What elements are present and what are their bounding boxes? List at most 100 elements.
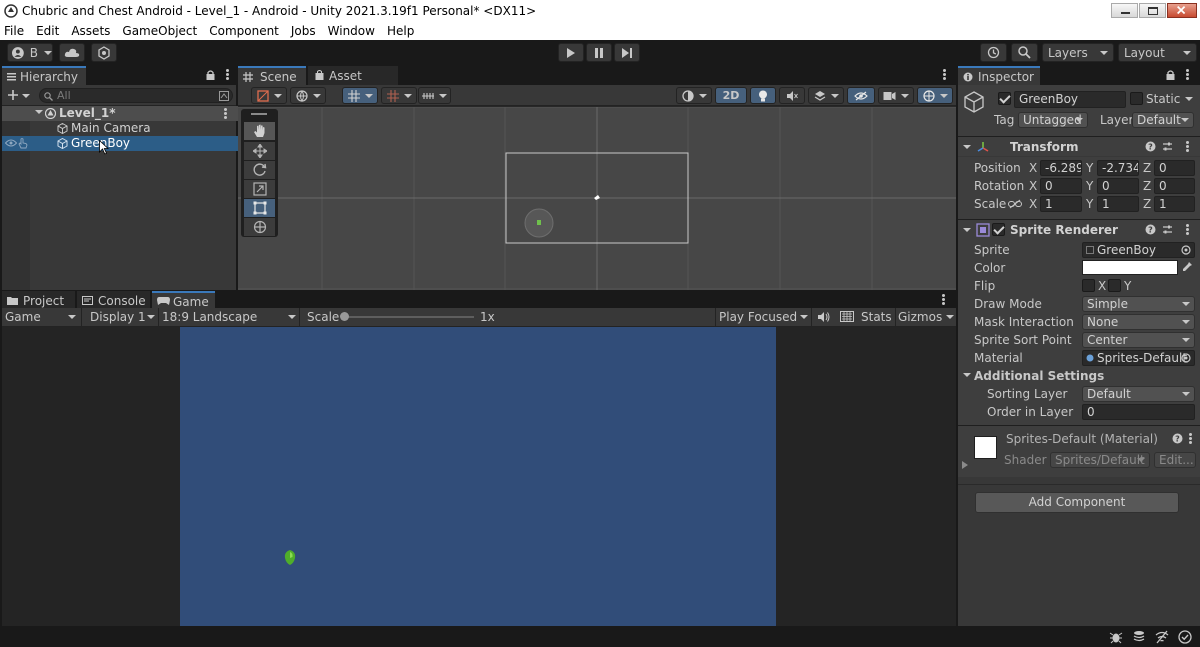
list-item[interactable]: Main Camera: [2, 121, 238, 136]
grid-visibility-dropdown[interactable]: [418, 87, 451, 104]
global-toggle[interactable]: [290, 87, 326, 104]
order-in-layer-field[interactable]: 0: [1082, 404, 1195, 420]
camera-dropdown[interactable]: [878, 87, 914, 104]
hand-tool-button[interactable]: [244, 122, 275, 140]
play-mode-dropdown[interactable]: Play Focused: [715, 308, 812, 326]
minimize-button[interactable]: [1111, 3, 1138, 18]
display-dropdown[interactable]: Display 1: [84, 308, 159, 326]
sorting-layer-dropdown[interactable]: Default: [1082, 386, 1195, 402]
shader-edit-button[interactable]: Edit...: [1154, 452, 1196, 468]
expand-arrow-icon[interactable]: [963, 373, 971, 377]
expand-arrow-right-icon[interactable]: [962, 461, 968, 469]
scale-tool-button[interactable]: [244, 180, 275, 198]
gizmos-dropdown[interactable]: [917, 87, 953, 104]
material-field[interactable]: Sprites-Default: [1082, 350, 1195, 366]
chevron-down-icon[interactable]: [1185, 97, 1193, 101]
more-options-icon[interactable]: [942, 294, 945, 306]
chevron-down-icon[interactable]: [22, 94, 30, 98]
draw-mode-dropdown[interactable]: [251, 87, 287, 104]
flip-x-checkbox[interactable]: [1082, 279, 1095, 292]
position-x-field[interactable]: -6.2896: [1040, 160, 1082, 176]
layer-dropdown[interactable]: Default: [1132, 112, 1194, 128]
scale-y-field[interactable]: 1: [1097, 196, 1139, 212]
rect-tool-button[interactable]: [244, 199, 275, 217]
layers-dropdown[interactable]: Layers: [1042, 43, 1114, 62]
help-icon[interactable]: ?: [1172, 433, 1183, 444]
help-icon[interactable]: ?: [1145, 224, 1156, 235]
network-off-icon[interactable]: [1155, 630, 1169, 644]
scale-x-field[interactable]: 1: [1040, 196, 1082, 212]
draw-mode-dropdown[interactable]: Simple: [1082, 296, 1195, 312]
sprite-renderer-header[interactable]: Sprite Renderer ?: [958, 219, 1200, 239]
2d-mode-toggle[interactable]: 2D: [715, 87, 747, 104]
active-checkbox[interactable]: [998, 92, 1011, 105]
account-dropdown[interactable]: B: [7, 43, 53, 62]
object-name-field[interactable]: GreenBoy: [1014, 91, 1126, 108]
more-options-icon[interactable]: [1186, 141, 1189, 153]
lighting-toggle[interactable]: [750, 87, 776, 104]
rotate-tool-button[interactable]: [244, 161, 275, 179]
pause-button[interactable]: [586, 43, 612, 62]
menu-component[interactable]: Component: [209, 24, 279, 38]
scale-slider-track[interactable]: [344, 316, 474, 318]
sprite-field[interactable]: GreenBoy: [1082, 242, 1195, 258]
more-options-icon[interactable]: [943, 69, 946, 81]
position-y-field[interactable]: -2.734: [1097, 160, 1139, 176]
tab-asset-store[interactable]: Asset Store: [308, 66, 398, 97]
stats-button[interactable]: Stats: [861, 310, 892, 324]
more-options-icon[interactable]: [224, 108, 227, 120]
shader-dropdown[interactable]: Sprites/Default: [1050, 452, 1150, 468]
more-options-icon[interactable]: [1186, 224, 1189, 236]
gizmos-dropdown-game[interactable]: Gizmos: [895, 308, 956, 326]
bug-icon[interactable]: [1109, 630, 1123, 644]
collab-button[interactable]: [91, 43, 117, 62]
game-view-dropdown[interactable]: Game: [2, 308, 82, 326]
scene-row[interactable]: Level_1*: [2, 106, 238, 121]
audio-toggle[interactable]: [779, 87, 805, 104]
cache-stack-icon[interactable]: [1132, 630, 1146, 644]
eye-icon[interactable]: [5, 139, 17, 147]
transform-header[interactable]: Transform ?: [958, 136, 1200, 156]
increment-snap-dropdown[interactable]: [381, 87, 417, 104]
move-tool-button[interactable]: [244, 142, 275, 160]
hierarchy-search-field[interactable]: All: [39, 88, 233, 103]
effects-dropdown[interactable]: [808, 87, 844, 104]
object-picker-icon[interactable]: [1181, 245, 1191, 255]
menu-help[interactable]: Help: [387, 24, 414, 38]
flip-y-checkbox[interactable]: [1108, 279, 1121, 292]
lock-icon[interactable]: [1166, 70, 1175, 80]
mask-interaction-dropdown[interactable]: None: [1082, 314, 1195, 330]
eyedropper-icon[interactable]: [1181, 261, 1193, 273]
menu-jobs[interactable]: Jobs: [291, 24, 316, 38]
menu-edit[interactable]: Edit: [36, 24, 59, 38]
scene-visibility-toggle[interactable]: [847, 87, 875, 104]
game-viewport[interactable]: [2, 327, 956, 626]
scale-slider-handle[interactable]: [340, 312, 349, 321]
rotation-y-field[interactable]: 0: [1097, 178, 1139, 194]
menu-file[interactable]: File: [4, 24, 24, 38]
game-canvas[interactable]: [180, 327, 776, 626]
cloud-button[interactable]: [59, 43, 85, 62]
layout-dropdown[interactable]: Layout: [1118, 43, 1197, 62]
render-mode-dropdown[interactable]: [676, 87, 712, 104]
menu-window[interactable]: Window: [328, 24, 375, 38]
rotation-z-field[interactable]: 0: [1154, 178, 1195, 194]
static-checkbox[interactable]: [1130, 92, 1143, 105]
expand-arrow-icon[interactable]: [963, 145, 971, 149]
scene-viewport[interactable]: [238, 107, 956, 290]
additional-settings-label[interactable]: Additional Settings: [974, 369, 1104, 383]
object-picker-icon[interactable]: [1181, 353, 1191, 363]
more-options-icon[interactable]: [226, 69, 229, 81]
tab-scene[interactable]: Scene: [238, 66, 306, 85]
list-item-selected[interactable]: GreenBoy: [2, 136, 238, 155]
color-swatch[interactable]: [1082, 260, 1178, 275]
expand-arrow-icon[interactable]: [35, 110, 43, 114]
menu-gameobject[interactable]: GameObject: [122, 24, 197, 38]
sprite-sort-point-dropdown[interactable]: Center: [1082, 332, 1195, 348]
close-button[interactable]: [1167, 3, 1197, 18]
preset-sliders-icon[interactable]: [1162, 141, 1173, 152]
add-component-button[interactable]: Add Component: [975, 492, 1179, 513]
tag-dropdown[interactable]: Untagged: [1018, 112, 1088, 128]
scale-z-field[interactable]: 1: [1154, 196, 1195, 212]
keyboard-icon[interactable]: [840, 311, 854, 322]
